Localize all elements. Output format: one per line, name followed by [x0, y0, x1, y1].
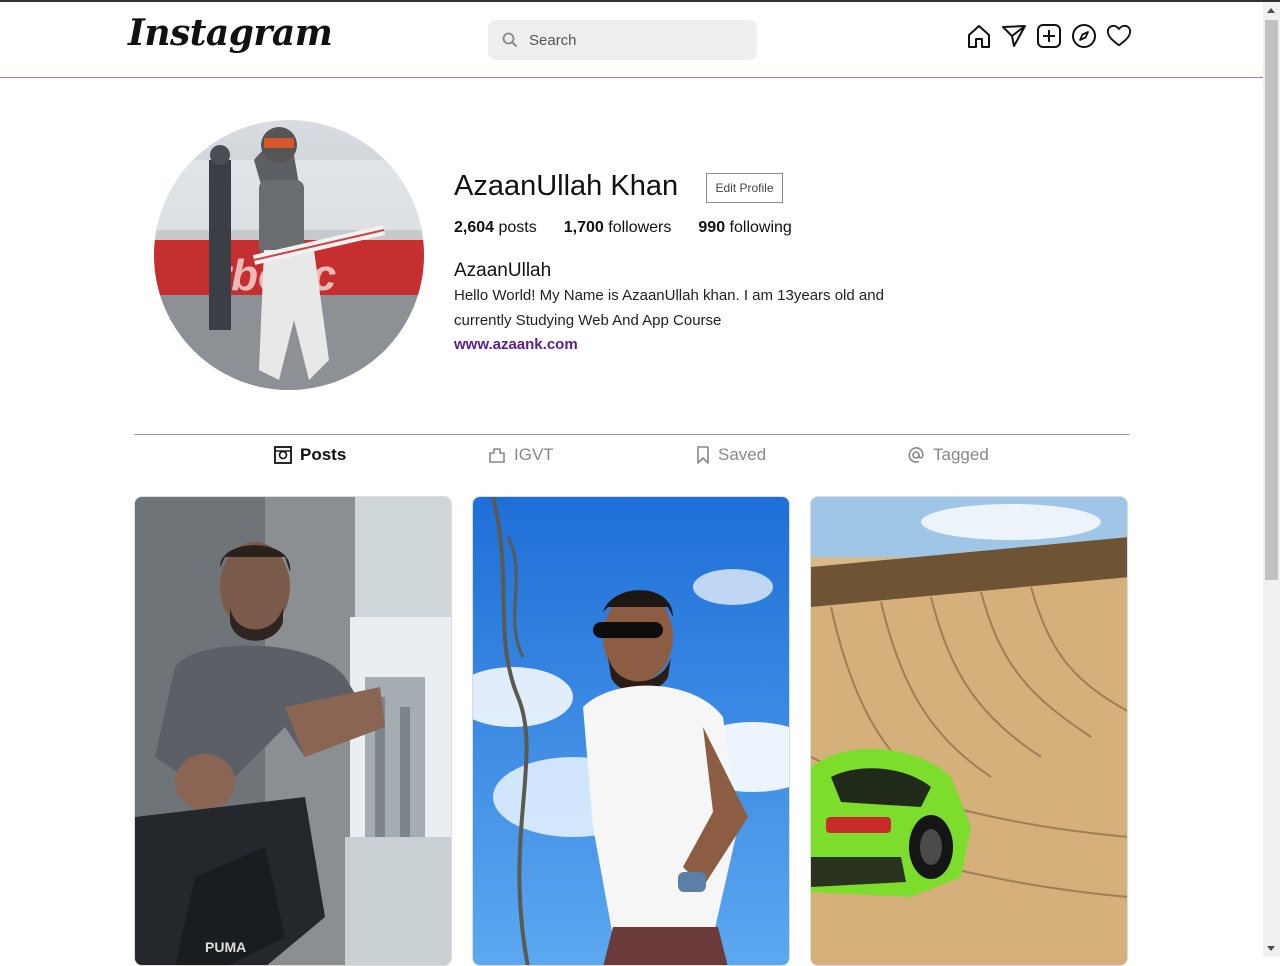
tab-tagged[interactable]: Tagged [907, 442, 989, 468]
tabs-divider [134, 434, 1129, 435]
post-thumbnail-3[interactable] [810, 496, 1128, 966]
followers-count[interactable]: 1,700 followers [564, 219, 672, 237]
top-navigation-bar: Instagram [0, 2, 1263, 78]
heart-icon[interactable] [1106, 22, 1132, 50]
tab-posts[interactable]: Posts [274, 442, 346, 468]
explore-icon[interactable] [1071, 22, 1097, 50]
search-input[interactable] [527, 30, 731, 50]
profile-name: AzaanUllah Khan [454, 170, 679, 202]
scroll-down-arrow[interactable] [1267, 946, 1275, 951]
search-box[interactable] [488, 20, 757, 60]
home-icon[interactable] [966, 22, 992, 50]
edit-profile-button[interactable]: Edit Profile [706, 173, 783, 203]
tab-saved[interactable]: Saved [696, 442, 766, 468]
following-count[interactable]: 990 following [698, 219, 791, 237]
posts-icon [274, 446, 292, 464]
search-icon [502, 32, 518, 48]
tab-igtv[interactable]: IGVT [488, 442, 554, 468]
nav-icon-group [966, 22, 1132, 50]
profile-stats: 2,604 posts 1,700 followers 990 followin… [454, 219, 819, 237]
send-icon[interactable] [1001, 22, 1027, 50]
igtv-icon [489, 448, 505, 463]
post-thumbnail-2[interactable] [472, 496, 790, 966]
post-thumbnail-1[interactable]: PUMA [134, 496, 452, 966]
scrollbar-thumb[interactable] [1265, 20, 1278, 580]
new-post-icon[interactable] [1036, 22, 1062, 50]
profile-username: AzaanUllah [454, 260, 552, 281]
bookmark-icon [697, 446, 709, 464]
svg-text:PUMA: PUMA [205, 939, 246, 955]
vertical-scrollbar[interactable] [1263, 2, 1280, 957]
posts-count[interactable]: 2,604 posts [454, 219, 537, 237]
profile-website-link[interactable]: www.azaank.com [454, 336, 578, 353]
profile-bio: Hello World! My Name is AzaanUllah khan.… [454, 287, 884, 329]
scroll-up-arrow[interactable] [1267, 8, 1275, 13]
at-icon [908, 447, 924, 463]
profile-avatar[interactable]: rbouc [154, 120, 424, 390]
instagram-logo[interactable]: Instagram [128, 12, 333, 54]
